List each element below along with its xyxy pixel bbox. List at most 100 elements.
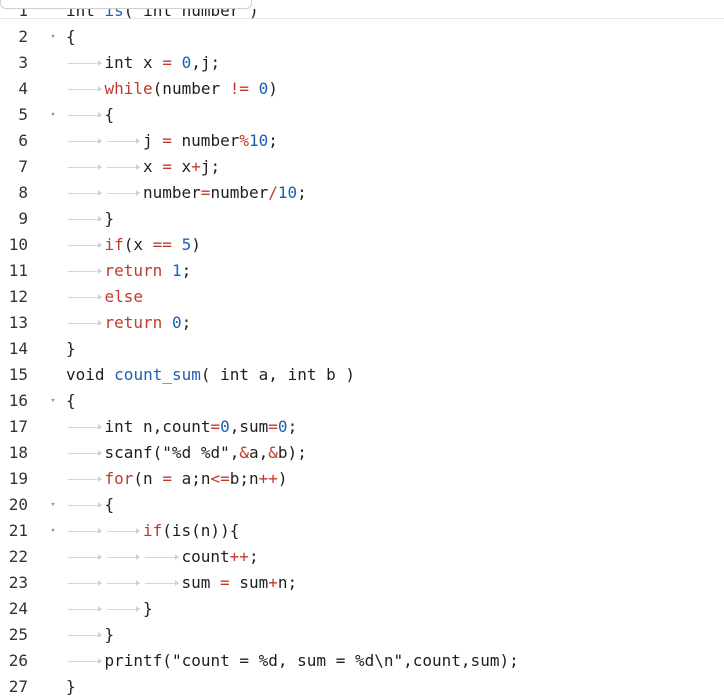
fold-toggle-icon[interactable]: ▾	[47, 518, 59, 544]
code-text: j = number%10;	[66, 128, 278, 154]
code-line[interactable]: 22 count++;	[0, 544, 724, 570]
code-line[interactable]: 16 ▾ {	[0, 388, 724, 414]
code-line[interactable]: 23 sum = sum+n;	[0, 570, 724, 596]
code-token: sum	[229, 573, 269, 592]
code-token: int	[66, 9, 105, 20]
code-token: 5	[181, 235, 192, 254]
tab-indent-marker	[66, 648, 105, 674]
code-token: 0	[181, 53, 192, 72]
code-line[interactable]: 20 ▾ {	[0, 492, 724, 518]
code-text: int is( int number )	[66, 9, 259, 24]
line-number: 21	[8, 521, 28, 540]
code-token: }	[66, 339, 76, 358]
code-token: (is(n)){	[162, 521, 240, 540]
tab-indent-marker	[66, 518, 105, 544]
tab-indent-marker	[66, 232, 105, 258]
code-token: =	[162, 131, 172, 150]
code-line[interactable]: 14}	[0, 336, 724, 362]
code-line[interactable]: 1 int is( int number )	[0, 9, 724, 24]
code-token: ;	[181, 261, 192, 280]
code-text: {	[66, 388, 76, 414]
tab-indent-marker	[66, 466, 105, 492]
code-token: j	[143, 131, 163, 150]
code-token: /	[268, 183, 278, 202]
code-line[interactable]: 27}	[0, 674, 724, 697]
code-text: int x = 0,j;	[66, 50, 220, 76]
code-text: {	[66, 24, 76, 50]
code-line[interactable]: 6 j = number%10;	[0, 128, 724, 154]
line-number: 1	[18, 9, 28, 20]
tab-indent-marker	[66, 544, 105, 570]
code-line[interactable]: 7x = x+j;	[0, 154, 724, 180]
tab-indent-marker	[66, 154, 105, 180]
code-text: if(x == 5)	[66, 232, 201, 258]
line-number: 18	[8, 443, 28, 462]
line-number: 26	[8, 651, 28, 670]
fold-toggle-icon[interactable]: ▾	[47, 492, 59, 518]
code-text: return 1;	[66, 258, 191, 284]
code-line[interactable]: 9}	[0, 206, 724, 232]
code-line[interactable]: 8 number=number/10;	[0, 180, 724, 206]
fold-toggle-icon[interactable]: ▾	[47, 388, 59, 414]
code-token: ( int number )	[123, 9, 259, 20]
code-token: a,	[249, 443, 269, 462]
code-token: =	[200, 183, 211, 202]
line-number: 25	[8, 625, 28, 644]
code-text: while(number != 0)	[66, 76, 278, 102]
line-number: 15	[8, 365, 28, 384]
line-number: 8	[18, 183, 28, 202]
code-token: ,j;	[191, 53, 221, 72]
code-line[interactable]: 21 ▾ if(is(n)){	[0, 518, 724, 544]
file-tab[interactable]	[0, 0, 252, 9]
code-text: {	[66, 492, 114, 518]
tab-indent-marker	[66, 570, 105, 596]
code-token: )	[191, 235, 201, 254]
code-token: count	[181, 547, 230, 566]
tab-indent-marker	[66, 310, 105, 336]
code-token: 10	[248, 131, 269, 150]
tab-indent-marker	[105, 544, 144, 570]
code-line[interactable]: 12 else	[0, 284, 724, 310]
code-text: printf("count = %d, sum = %d\n",count,su…	[66, 648, 519, 674]
code-line[interactable]: 18 scanf("%d %d",&a,&b);	[0, 440, 724, 466]
code-line[interactable]: 11 return 1;	[0, 258, 724, 284]
code-line[interactable]: 25}	[0, 622, 724, 648]
code-token: (x	[123, 235, 153, 254]
code-line[interactable]: 13 return 0;	[0, 310, 724, 336]
fold-toggle-icon[interactable]: ▾	[47, 24, 59, 50]
code-token: ,	[229, 443, 240, 462]
code-line[interactable]: 10 if(x == 5)	[0, 232, 724, 258]
code-token: 0	[277, 417, 288, 436]
fold-toggle-icon[interactable]: ▾	[47, 102, 59, 128]
code-line[interactable]: 26 printf("count = %d, sum = %d\n",count,…	[0, 648, 724, 674]
code-token: ;	[268, 131, 278, 150]
code-line[interactable]: 2 ▾ {	[0, 24, 724, 50]
line-number: 16	[8, 391, 28, 410]
code-token: count_sum	[114, 365, 201, 384]
code-text: void count_sum( int a, int b )	[66, 362, 355, 388]
tab-indent-marker	[66, 284, 105, 310]
code-token: 1	[171, 261, 182, 280]
code-line[interactable]: 4 while(number != 0)	[0, 76, 724, 102]
line-number: 4	[18, 79, 28, 98]
code-text: count++;	[66, 544, 259, 570]
code-token: =	[210, 417, 221, 436]
code-line[interactable]: 15 void count_sum( int a, int b )	[0, 362, 724, 388]
code-editor[interactable]: 1 int is( int number ) 2 ▾{3 int x = 0,j; 4 wh…	[0, 9, 724, 697]
code-token: b);	[277, 443, 307, 462]
code-line[interactable]: 24}	[0, 596, 724, 622]
line-number: 20	[8, 495, 28, 514]
tab-indent-marker	[66, 206, 105, 232]
line-number: 9	[18, 209, 28, 228]
code-line[interactable]: 5 ▾ {	[0, 102, 724, 128]
code-token: }	[104, 209, 115, 228]
code-line[interactable]: 17 int n,count=0,sum=0;	[0, 414, 724, 440]
code-token: ,count,sum);	[403, 651, 519, 670]
code-token: b;n	[229, 469, 259, 488]
code-line[interactable]: 19 for(n = a;n<=b;n++)	[0, 466, 724, 492]
code-token: if	[104, 235, 124, 254]
code-token: +	[191, 157, 201, 176]
code-line[interactable]: 3 int x = 0,j;	[0, 50, 724, 76]
